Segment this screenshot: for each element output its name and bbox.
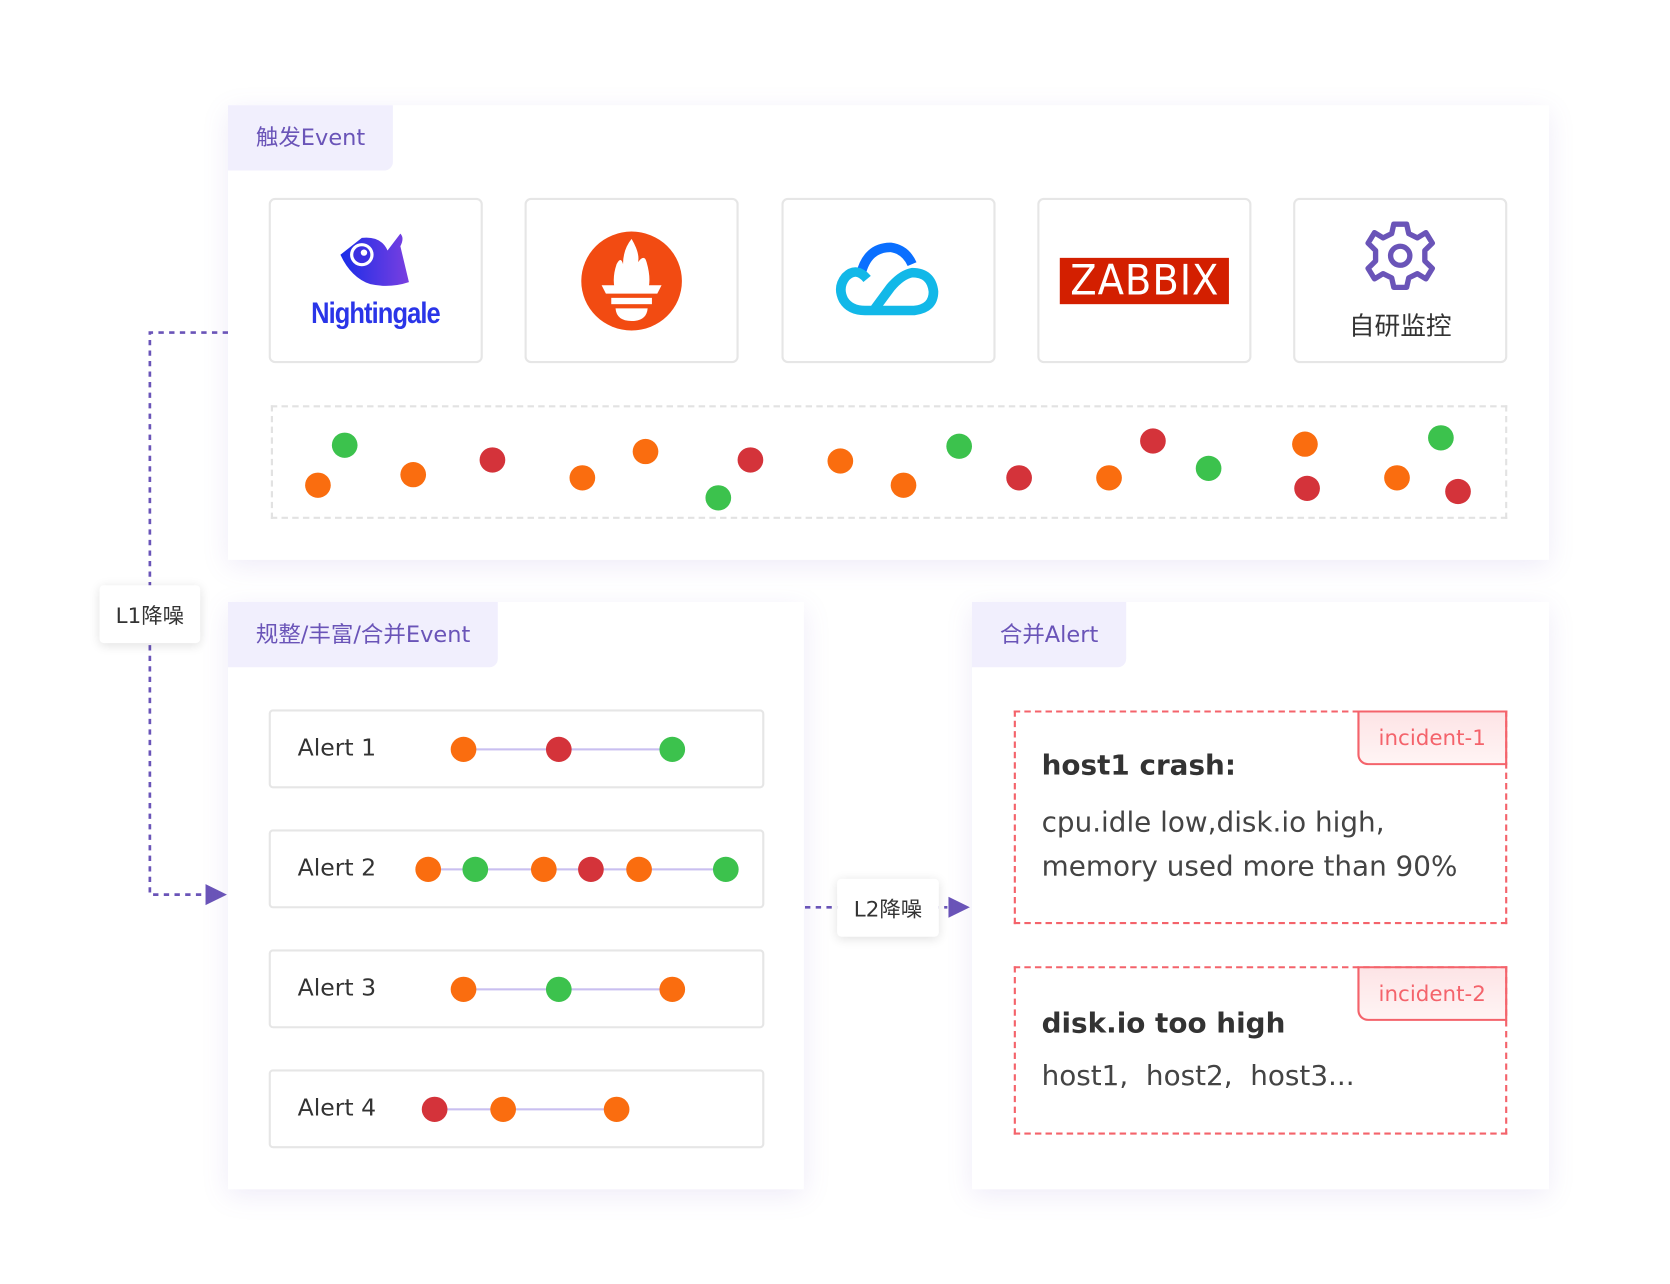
event-dot-green	[712, 856, 739, 882]
incident-card: incident-2 disk.io too high host1, host2…	[1013, 966, 1508, 1135]
event-dot-green	[462, 856, 489, 882]
event-dot-orange	[305, 472, 331, 498]
event-dot-orange	[827, 448, 854, 474]
event-dot-red	[545, 736, 572, 763]
event-dot-orange	[415, 856, 442, 882]
event-dot-orange	[1096, 465, 1122, 491]
incident-body: host1, host2, host3...	[1041, 1060, 1355, 1093]
source-label: ZABBIX	[1069, 256, 1219, 305]
event-dot-orange	[1384, 465, 1410, 491]
event-dot-orange	[530, 856, 557, 882]
alert-timeline	[434, 1108, 617, 1111]
event-dot-orange	[659, 976, 686, 1002]
event-dot-orange	[450, 736, 477, 763]
raw-events-area	[270, 405, 1508, 519]
l2-noise-reduction-badge: L2降噪	[837, 878, 939, 937]
incident-tag: incident-1	[1357, 710, 1508, 766]
source-prometheus	[524, 197, 739, 364]
badge-label: L2降噪	[853, 896, 923, 922]
event-dot-green	[946, 433, 973, 459]
panel-title: 规整/丰富/合并Event	[228, 602, 499, 668]
event-dot-red	[1006, 465, 1032, 491]
event-dot-orange	[450, 976, 477, 1002]
l1-arrow-icon	[205, 884, 227, 906]
event-dot-orange	[890, 472, 917, 498]
event-dot-green	[331, 432, 358, 458]
event-dot-green	[545, 976, 572, 1002]
alert-row: Alert 2	[268, 829, 765, 909]
alert-label: Alert 2	[297, 855, 377, 882]
event-dot-orange	[569, 465, 596, 491]
incident-body: cpu.idle low,disk.io high, memory used m…	[1041, 807, 1458, 884]
event-dot-red	[1445, 478, 1471, 505]
event-dot-green	[1428, 425, 1454, 451]
l1-noise-reduction-badge: L1降噪	[99, 585, 201, 644]
source-nightingale: Nightingale	[268, 197, 483, 364]
event-dot-red	[1140, 428, 1166, 454]
prometheus-torch-logo	[581, 231, 682, 330]
gear-icon	[1365, 221, 1436, 290]
nightingale-bird-logo	[340, 233, 409, 286]
event-dot-green	[1195, 455, 1222, 481]
normalize-event-panel: 规整/丰富/合并Event Alert 1 Alert 2 Alert 3 Alert…	[228, 602, 804, 1190]
l2-arrow-icon	[948, 896, 970, 918]
incident-card: incident-1 host1 crash: cpu.idle low,dis…	[1013, 710, 1508, 925]
event-dot-red	[578, 856, 604, 882]
source-label: Nightingale	[311, 296, 441, 329]
badge-label: L1降噪	[115, 603, 185, 629]
event-dot-orange	[400, 462, 427, 488]
cloud-logo	[836, 242, 939, 315]
alert-label: Alert 3	[297, 975, 377, 1002]
trigger-event-panel: 触发Event Nightingale ZABBIX 自研监控	[228, 105, 1550, 560]
panel-title: 合并Alert	[972, 602, 1127, 668]
incident-title: host1 crash:	[1041, 750, 1236, 783]
source-custom-monitoring: 自研监控	[1293, 197, 1508, 364]
event-dot-red	[1294, 475, 1320, 501]
source-label: 自研监控	[1348, 311, 1452, 342]
incident-tag: incident-2	[1357, 966, 1508, 1021]
event-dot-red	[737, 447, 764, 473]
event-dot-orange	[490, 1096, 516, 1122]
alert-row: Alert 4	[268, 1069, 765, 1149]
incident-title: disk.io too high	[1041, 1008, 1286, 1040]
source-zabbix: ZABBIX	[1037, 197, 1252, 364]
alert-label: Alert 1	[297, 735, 377, 763]
event-dot-red	[421, 1096, 448, 1122]
event-dot-orange	[626, 856, 652, 882]
event-dot-orange	[603, 1096, 630, 1122]
event-dot-orange	[1292, 431, 1318, 457]
event-dot-orange	[632, 438, 659, 465]
event-dot-green	[659, 736, 686, 763]
merge-alert-panel: 合并Alert incident-1 host1 crash: cpu.idle…	[972, 602, 1550, 1190]
source-tencent-cloud	[781, 197, 996, 364]
event-dot-green	[705, 485, 732, 511]
alert-label: Alert 4	[297, 1095, 377, 1122]
panel-title: 触发Event	[228, 105, 394, 171]
event-dot-red	[479, 447, 506, 473]
alert-row: Alert 1	[268, 709, 765, 789]
alert-row: Alert 3	[268, 949, 765, 1029]
zabbix-logo: ZABBIX	[1059, 256, 1229, 305]
